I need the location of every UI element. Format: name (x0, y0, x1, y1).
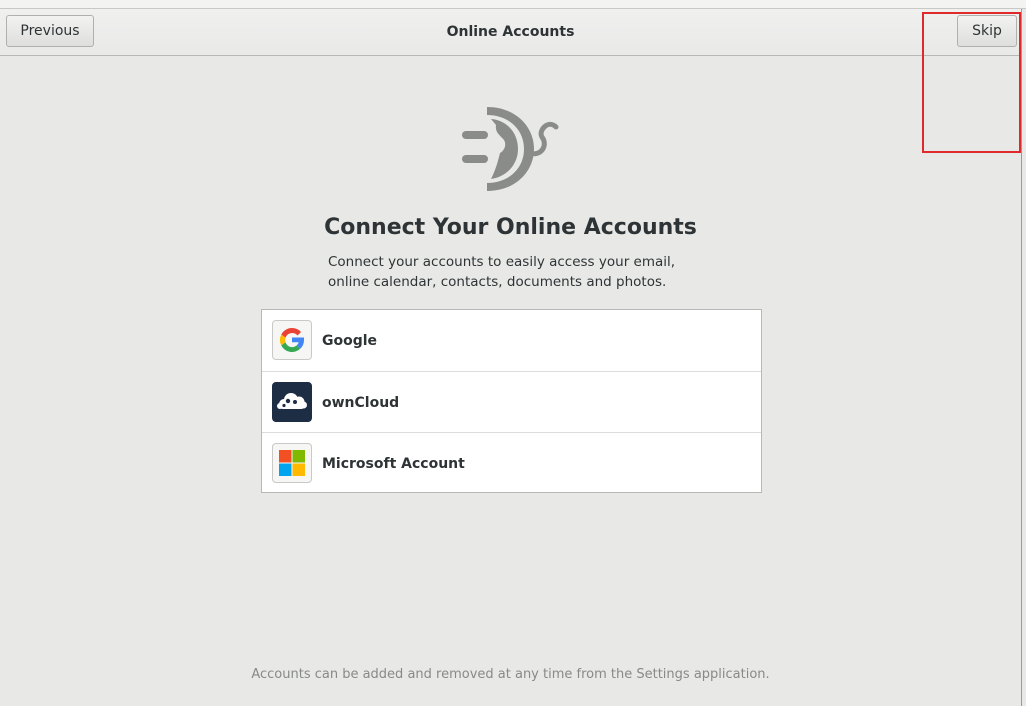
list-item-microsoft[interactable]: Microsoft Account (262, 432, 761, 494)
page-heading: Connect Your Online Accounts (324, 215, 697, 240)
footer-note: Accounts can be added and removed at any… (251, 667, 770, 682)
list-item-google[interactable]: Google (262, 310, 761, 371)
highlight-box (922, 12, 1021, 153)
account-label-google: Google (322, 332, 378, 349)
account-provider-list: Google ownCloud Microsoft Account (261, 309, 762, 493)
window-title: Online Accounts (446, 24, 575, 40)
google-icon (272, 320, 312, 360)
microsoft-icon (272, 443, 312, 483)
initial-setup-window: Previous Online Accounts Skip Connect Yo… (0, 9, 1022, 706)
owncloud-icon (272, 382, 312, 422)
description-line-1: Connect your accounts to easily access y… (328, 254, 676, 270)
list-item-owncloud[interactable]: ownCloud (262, 371, 761, 433)
description-line-2: online calendar, contacts, documents and… (328, 274, 667, 290)
header-bar: Previous Online Accounts Skip (0, 9, 1021, 56)
page-description: Connect your accounts to easily access y… (328, 252, 728, 292)
account-label-microsoft: Microsoft Account (322, 455, 465, 472)
account-label-owncloud: ownCloud (322, 394, 400, 411)
top-bar-strip (0, 0, 1026, 9)
online-accounts-logo-icon (462, 107, 559, 191)
previous-button[interactable]: Previous (6, 15, 94, 47)
